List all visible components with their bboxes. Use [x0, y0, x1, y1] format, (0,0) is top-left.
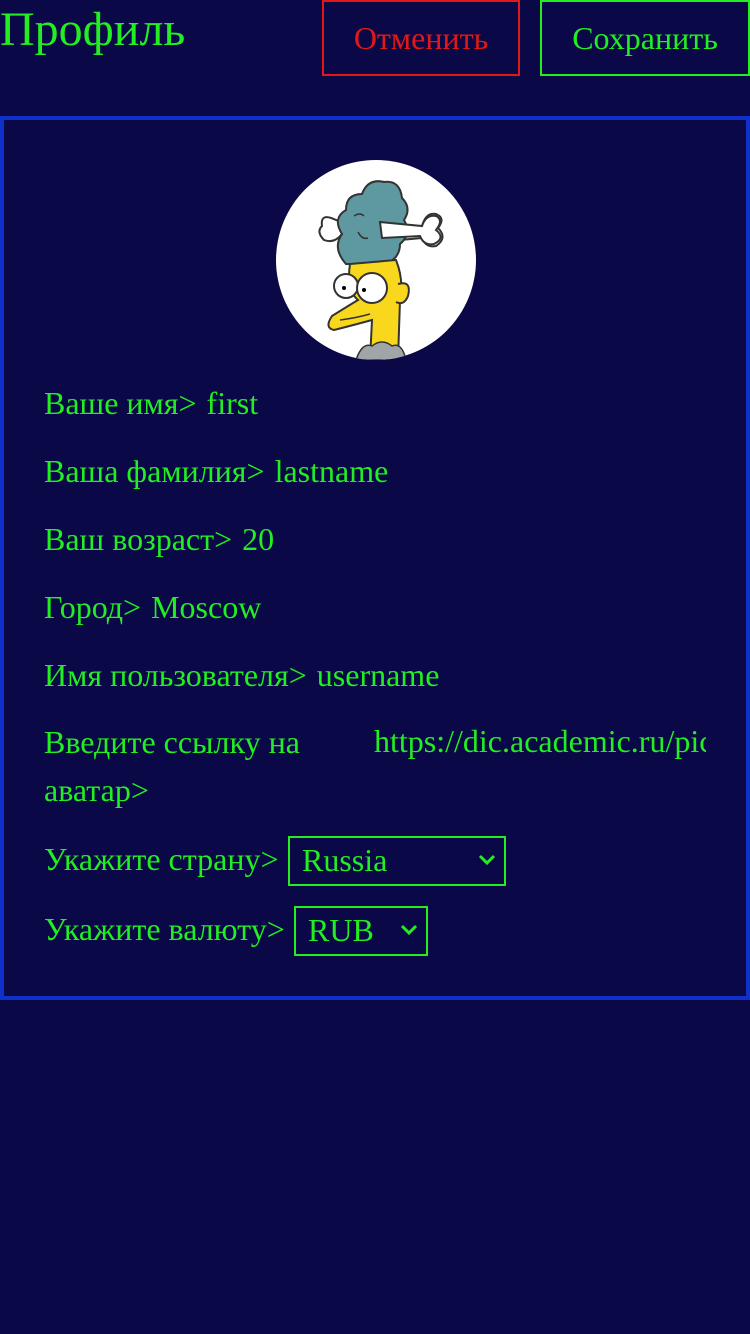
page-title: Профиль	[0, 3, 186, 56]
age-input[interactable]: 20	[242, 521, 274, 557]
currency-select-value: RUB	[308, 912, 374, 948]
country-select-value: Russia	[302, 842, 388, 878]
last-name-row: Ваша фамилия> lastname	[44, 448, 388, 494]
avatar-link-input[interactable]: https://dic.academic.ru/pic	[374, 718, 706, 764]
currency-select[interactable]: RUB	[294, 906, 428, 956]
chevron-down-icon	[400, 924, 418, 936]
first-name-input[interactable]: first	[207, 385, 259, 421]
avatar-link-label: Введите ссылку на аватар>	[44, 724, 300, 808]
country-select[interactable]: Russia	[288, 836, 506, 886]
last-name-input[interactable]: lastname	[275, 453, 389, 489]
username-row: Имя пользователя> username	[44, 652, 439, 698]
city-input[interactable]: Moscow	[151, 589, 261, 625]
first-name-row: Ваше имя> first	[44, 380, 258, 426]
username-label: Имя пользователя>	[44, 657, 307, 693]
last-name-label: Ваша фамилия>	[44, 453, 265, 489]
first-name-label: Ваше имя>	[44, 385, 197, 421]
currency-label: Укажите валюту>	[44, 911, 285, 947]
age-row: Ваш возраст> 20	[44, 516, 274, 562]
profile-panel: Ваше имя> first Ваша фамилия> lastname Ваш…	[0, 116, 750, 1000]
city-row: Город> Moscow	[44, 584, 261, 630]
city-label: Город>	[44, 589, 142, 625]
cancel-button[interactable]: Отменить	[322, 0, 520, 76]
avatar	[276, 160, 476, 360]
chevron-down-icon	[478, 854, 496, 866]
username-input[interactable]: username	[317, 657, 440, 693]
save-button[interactable]: Сохранить	[540, 0, 750, 76]
avatar-image	[318, 180, 444, 360]
age-label: Ваш возраст>	[44, 521, 233, 557]
country-label: Укажите страну>	[44, 841, 279, 877]
